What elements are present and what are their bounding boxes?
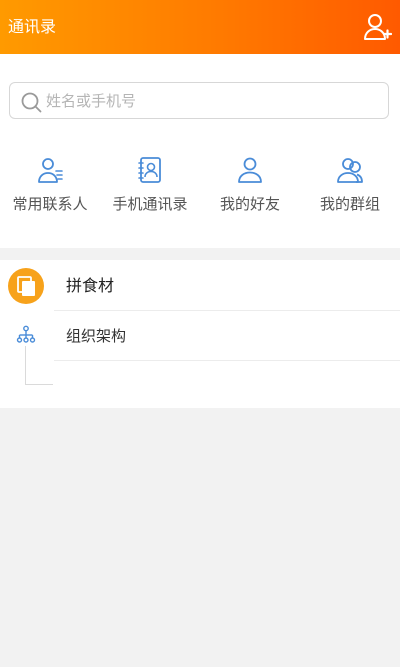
organization-badge [8, 268, 44, 304]
frequent-contacts-icon [38, 158, 63, 183]
organization-badge-icon [17, 276, 35, 296]
phone-contacts-icon [138, 157, 161, 183]
app-header: 通讯录 [0, 0, 400, 54]
my-friends-label: 我的好友 [219, 195, 280, 213]
frequent-contacts-label: 常用联系人 [12, 195, 88, 213]
my-groups-label: 我的群组 [319, 195, 380, 213]
add-contact-button[interactable] [362, 12, 393, 42]
org-structure-label: 组织架构 [66, 327, 127, 345]
phone-contacts-label: 手机通讯录 [112, 195, 188, 213]
org-structure-icon [16, 325, 36, 343]
organization-name: 拼食材 [66, 276, 115, 295]
page-title: 通讯录 [8, 17, 57, 36]
organization-item[interactable]: 拼食材 [0, 262, 400, 310]
frequent-contacts-button[interactable]: 常用联系人 [0, 156, 100, 220]
search-icon [21, 92, 42, 113]
friend-icon [238, 157, 262, 183]
group-icon [337, 158, 363, 183]
row-divider [54, 310, 400, 311]
tree-connector-vertical [25, 346, 26, 384]
org-structure-item[interactable]: 组织架构 [0, 312, 400, 360]
add-contact-icon [364, 14, 393, 40]
search-bar[interactable] [9, 82, 389, 119]
tree-connector-horizontal [25, 384, 53, 385]
phone-contacts-button[interactable]: 手机通讯录 [100, 156, 200, 220]
my-groups-button[interactable]: 我的群组 [300, 156, 400, 220]
row-divider [54, 360, 400, 361]
search-input[interactable] [46, 89, 376, 113]
my-friends-button[interactable]: 我的好友 [200, 156, 300, 220]
